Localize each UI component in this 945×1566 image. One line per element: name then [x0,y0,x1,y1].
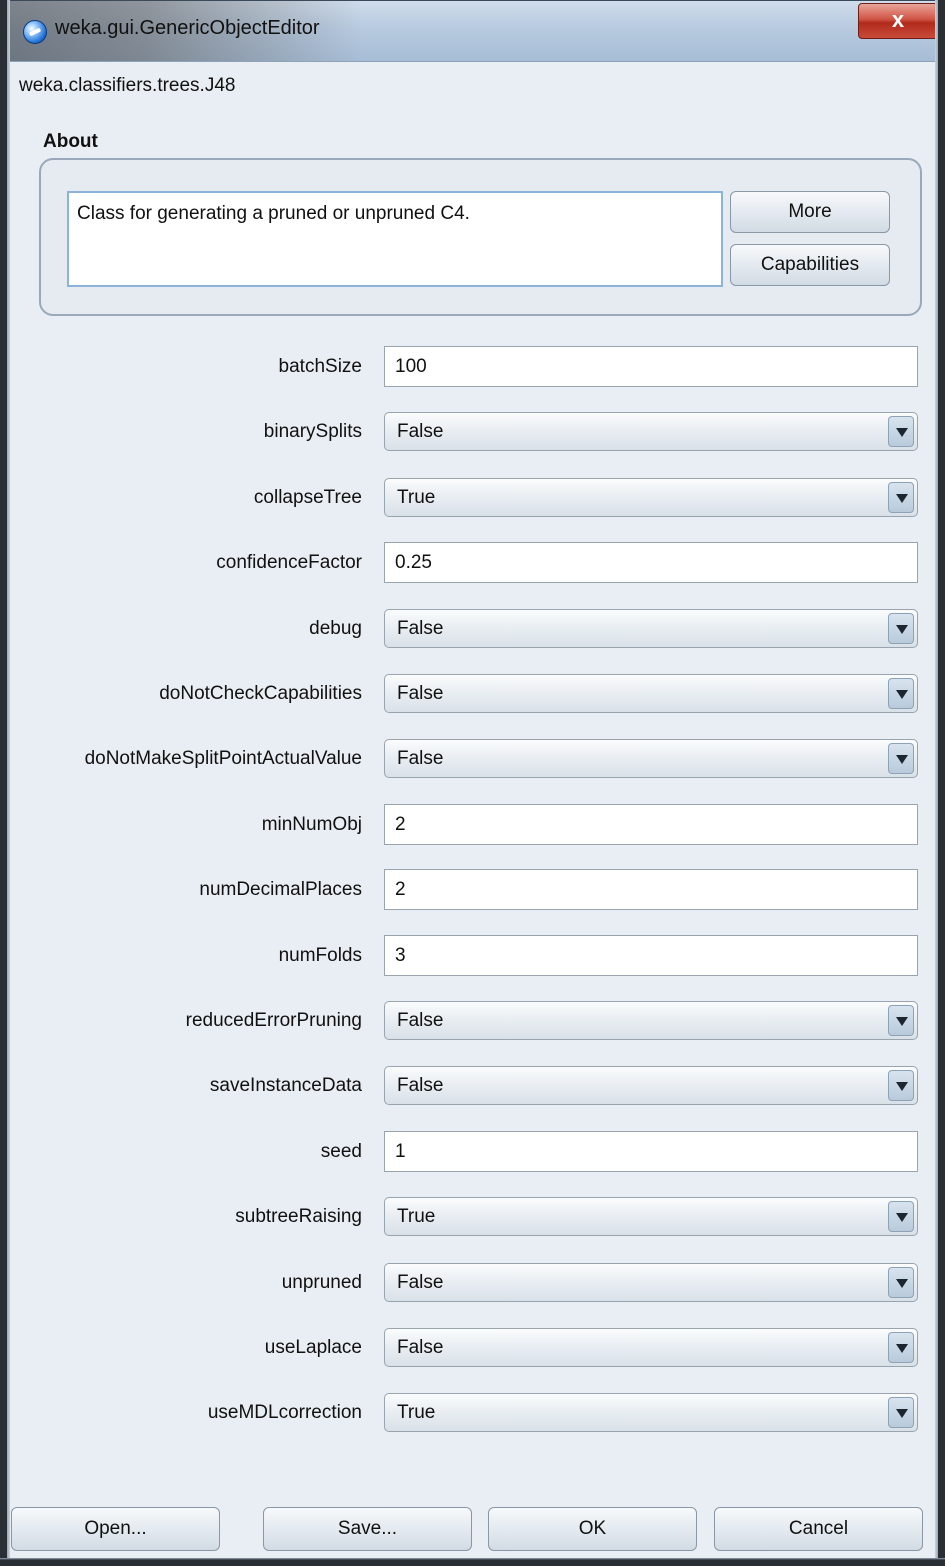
property-field-numfolds[interactable]: 3 [384,935,918,976]
dropdown-selected-value: False [397,683,444,704]
dropdown-arrow-icon[interactable] [888,613,914,644]
property-dropdown-subtreeraising[interactable]: True [384,1197,918,1236]
property-label-collapsetree: collapseTree [253,487,362,508]
weka-app-icon [23,20,47,44]
property-label-numfolds: numFolds [278,945,362,966]
property-field-numdecimalplaces[interactable]: 2 [384,869,918,910]
property-label-minnumobj: minNumObj [261,814,362,835]
property-field-confidencefactor[interactable]: 0.25 [384,542,918,583]
property-dropdown-collapsetree[interactable]: True [384,478,918,517]
dropdown-arrow-icon[interactable] [888,1070,914,1101]
ok-button[interactable]: OK [488,1507,697,1551]
dropdown-arrow-icon[interactable] [888,416,914,447]
property-label-numdecimalplaces: numDecimalPlaces [199,879,362,900]
property-label-donotmakesplitpointactualvalue: doNotMakeSplitPointActualValue [84,748,362,769]
property-label-seed: seed [320,1141,362,1162]
capabilities-button[interactable]: Capabilities [730,244,890,286]
dropdown-selected-value: False [397,1337,444,1358]
property-label-uselaplace: useLaplace [264,1337,362,1358]
generic-object-editor-window: weka.gui.GenericObjectEditor x weka.clas… [0,0,945,1566]
property-field-batchsize[interactable]: 100 [384,346,918,387]
property-field-seed[interactable]: 1 [384,1131,918,1172]
dropdown-arrow-icon[interactable] [888,1332,914,1363]
dropdown-selected-value: True [397,1402,436,1423]
dropdown-selected-value: True [397,487,436,508]
dropdown-arrow-icon[interactable] [888,743,914,774]
dropdown-selected-value: True [397,1206,436,1227]
dropdown-selected-value: False [397,748,444,769]
dropdown-arrow-icon[interactable] [888,678,914,709]
close-button[interactable]: x [858,3,938,39]
property-label-confidencefactor: confidenceFactor [216,552,362,573]
window-title: weka.gui.GenericObjectEditor [55,17,320,39]
dropdown-selected-value: False [397,1272,444,1293]
property-dropdown-debug[interactable]: False [384,609,918,648]
dropdown-arrow-icon[interactable] [888,1201,914,1232]
property-field-minnumobj[interactable]: 2 [384,804,918,845]
property-dropdown-saveinstancedata[interactable]: False [384,1066,918,1105]
property-label-saveinstancedata: saveInstanceData [209,1075,362,1096]
dropdown-arrow-icon[interactable] [888,1267,914,1298]
dropdown-arrow-icon[interactable] [888,482,914,513]
dropdown-selected-value: False [397,421,444,442]
more-button[interactable]: More [730,191,890,233]
cancel-button[interactable]: Cancel [714,1507,923,1551]
property-dropdown-unpruned[interactable]: False [384,1263,918,1302]
property-label-subtreeraising: subtreeRaising [235,1206,362,1227]
property-dropdown-binarysplits[interactable]: False [384,412,918,451]
property-dropdown-usemdlcorrection[interactable]: True [384,1393,918,1432]
dropdown-selected-value: False [397,618,444,639]
title-bar[interactable]: weka.gui.GenericObjectEditor x [1,1,945,62]
dropdown-arrow-icon[interactable] [888,1005,914,1036]
property-dropdown-reducederrorpruning[interactable]: False [384,1001,918,1040]
about-section-title: About [43,131,98,152]
dropdown-selected-value: False [397,1010,444,1031]
weka-app-icon-swoosh [28,27,42,37]
dropdown-arrow-icon[interactable] [888,1397,914,1428]
window-left-border [0,0,10,1566]
classifier-class-name[interactable]: weka.classifiers.trees.J48 [19,75,235,97]
save-button[interactable]: Save... [263,1507,472,1551]
property-label-usemdlcorrection: useMDLcorrection [207,1402,362,1423]
property-dropdown-donotcheckcapabilities[interactable]: False [384,674,918,713]
property-dropdown-donotmakesplitpointactualvalue[interactable]: False [384,739,918,778]
property-label-binarysplits: binarySplits [263,421,362,442]
property-label-donotcheckcapabilities: doNotCheckCapabilities [159,683,362,704]
property-dropdown-uselaplace[interactable]: False [384,1328,918,1367]
property-label-reducederrorpruning: reducedErrorPruning [185,1010,362,1031]
property-label-debug: debug [309,618,362,639]
about-description-text: Class for generating a pruned or unprune… [67,191,723,287]
window-bottom-border [0,1558,945,1566]
open-button[interactable]: Open... [11,1507,220,1551]
property-label-unpruned: unpruned [281,1272,362,1293]
window-right-border [935,0,945,1566]
property-label-batchsize: batchSize [278,356,362,377]
dropdown-selected-value: False [397,1075,444,1096]
